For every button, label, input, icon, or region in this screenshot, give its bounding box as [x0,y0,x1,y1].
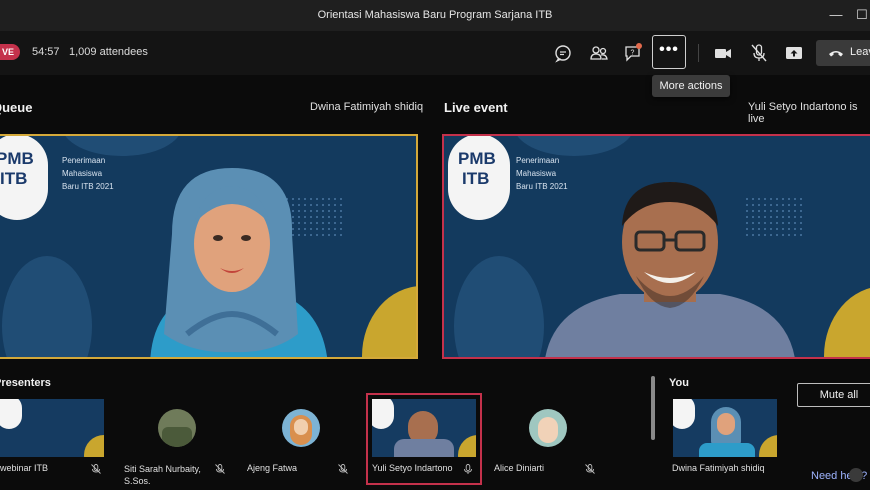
you-heading: You [669,377,689,389]
slide-yellow-arc [362,286,416,357]
share-icon[interactable] [783,42,805,64]
attendee-count: 1,009 attendees [69,46,148,58]
mic-off-icon [90,462,102,474]
pmb-logo [0,399,22,429]
more-actions-button[interactable]: ••• [652,35,686,69]
presenter-video-woman [150,168,328,357]
presenter-label: Yuli Setyo Indartono [372,463,453,473]
avatar [158,409,196,447]
elapsed-time: 54:57 [32,46,60,58]
mic-off-icon[interactable] [748,42,770,64]
more-actions-tooltip: More actions [652,75,730,97]
help-icon[interactable] [849,468,863,482]
pmb-logo: PMB ITB [448,136,510,220]
avatar [529,409,567,447]
queue-video-panel[interactable]: PMB ITB Penerimaan Mahasiswa Baru ITB 20… [0,134,418,359]
pmb-logo [372,399,394,429]
slide-bg-shape [2,256,92,357]
slide-bg-shape [62,136,182,156]
minimize-icon[interactable]: — [826,6,846,24]
presenter-label: webinar ITB [0,463,49,473]
queue-heading: Queue [0,100,33,115]
chat-icon[interactable] [552,42,574,64]
queue-presenter-name: Dwina Fatimiyah shidiq [310,101,424,113]
leave-label: Leave [850,46,870,58]
mic-off-icon [337,462,349,474]
pmb-logo: PMB ITB [0,136,48,220]
mic-on-icon [462,462,474,474]
notification-dot [636,43,642,49]
live-status: Yuli Setyo Indartono is live [748,101,858,125]
leave-button[interactable]: Leave [816,40,870,66]
live-event-heading: Live event [444,100,508,115]
presenter-label: Ajeng Fatwa [247,463,298,473]
people-icon[interactable] [588,42,610,64]
self-label: Dwina Fatimiyah shidiq [672,463,765,473]
live-badge: VE [0,44,20,60]
title-bar: Orientasi Mahasiswa Baru Program Sarjana… [0,0,870,31]
phone-icon [829,51,843,57]
qa-icon[interactable]: ? [622,42,644,64]
meeting-toolbar: VE 54:57 1,009 attendees ? ••• Leave [0,31,870,75]
presenters-scrollbar[interactable] [651,376,655,440]
mute-all-button[interactable]: Mute all [797,383,870,407]
mic-off-icon [214,462,226,474]
presenter-thumb-yuli[interactable] [372,399,476,457]
svg-text:?: ? [631,50,635,57]
presenter-label: Siti Sarah Nurbaity, S.Sos. [124,464,201,486]
camera-icon[interactable] [712,42,734,64]
slide-yellow-arc [824,286,870,357]
live-video-panel[interactable]: PMB ITB Penerimaan Mahasiswa Baru ITB 20… [442,134,870,359]
presenter-video-man [545,182,795,357]
toolbar-divider [698,44,699,62]
mic-off-icon [584,462,596,474]
self-video-thumb[interactable] [673,399,777,457]
slide-bg-shape [514,136,634,156]
avatar [282,409,320,447]
pmb-logo [673,399,695,429]
slide-caption: Penerimaan Mahasiswa Baru ITB 2021 [62,156,114,191]
presenters-heading: Presenters [0,377,51,389]
slide-bg-shape [454,256,544,357]
presenter-label: Alice Diniarti [494,463,545,473]
maximize-icon[interactable]: ☐ [852,6,870,24]
presenter-thumb-webinar[interactable] [0,399,104,457]
window-title: Orientasi Mahasiswa Baru Program Sarjana… [317,9,553,21]
